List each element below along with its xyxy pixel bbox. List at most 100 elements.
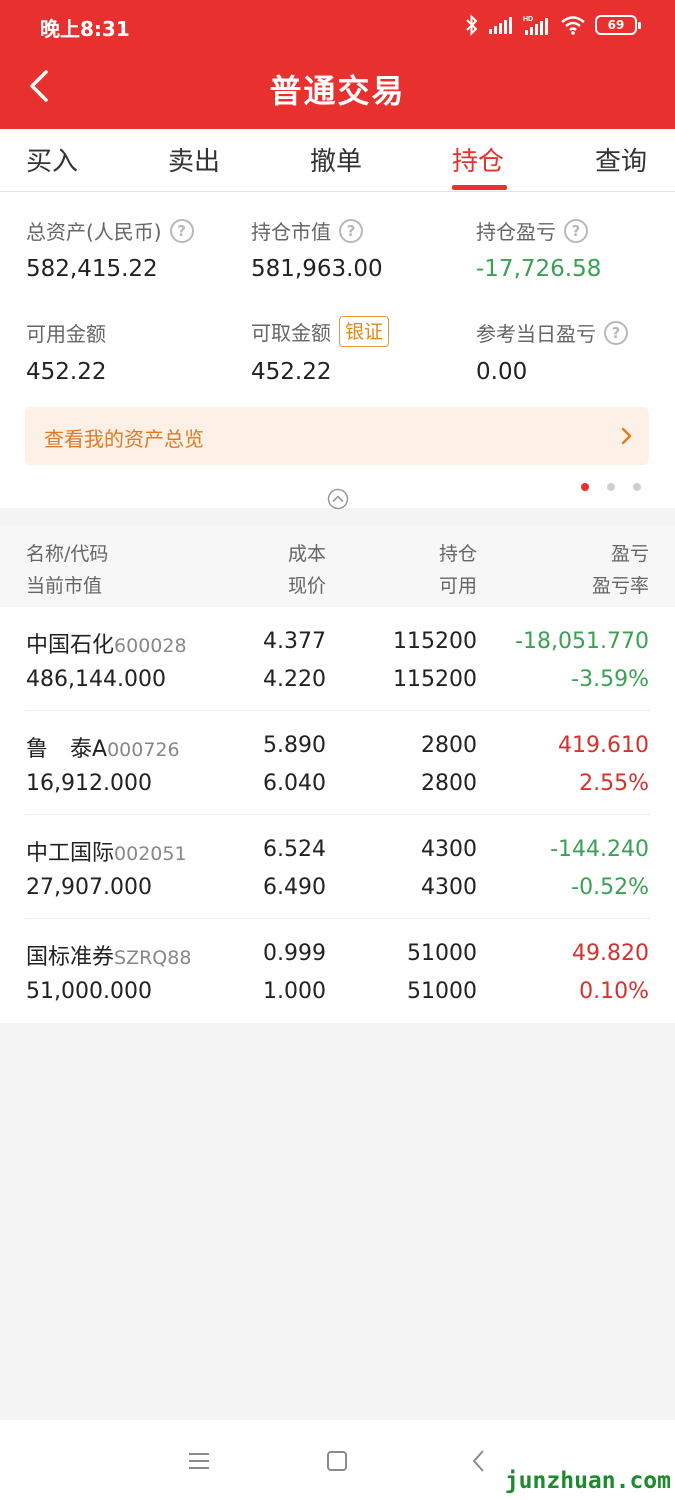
bluetooth-icon [466,14,478,36]
menu-icon[interactable] [186,1448,212,1474]
stock-cost: 6.524 [263,837,326,862]
col-available: 可用 [438,575,477,597]
stock-pnl: 49.820 [572,941,649,966]
available-label-text: 可用金额 [26,322,106,346]
available-value: 452.22 [26,359,107,385]
watermark: junzhuan.com [504,1468,671,1494]
app-header: 晚上8:31 HD 69 普通交易 [0,0,675,129]
stock-price: 6.040 [263,771,326,796]
status-icons: HD 69 [465,14,641,36]
help-icon[interactable]: ? [169,218,194,243]
market-value-label-text: 持仓市值 [251,220,331,244]
stock-holding: 115200 [393,629,477,654]
col-name-code: 名称/代码 [26,543,109,565]
withdrawable-label: 可取金额 银证 [251,316,390,347]
stock-pnl-rate: 0.10% [579,979,649,1004]
col-pnl-rate: 盈亏率 [591,575,649,597]
page-indicator [581,483,641,491]
asset-overview-label: 查看我的资产总览 [44,427,204,451]
stock-code: 600028 [114,635,187,657]
position-row[interactable]: 鲁 泰A000726 16,912.000 5.890 6.040 2800 2… [0,711,675,815]
stock-pnl: -144.240 [550,837,649,862]
battery-level: 69 [607,18,625,32]
chevron-right-icon [621,427,632,445]
stock-holding: 4300 [421,837,477,862]
stock-name: 鲁 泰A [26,737,108,762]
active-tab-indicator [452,185,507,190]
home-icon[interactable] [324,1448,350,1474]
stock-price: 6.490 [263,875,326,900]
stock-name-code: 中工国际002051 [26,835,187,867]
tab-buy[interactable]: 买入 [26,141,78,178]
withdrawable-value: 452.22 [251,359,332,385]
stock-name: 中工国际 [26,841,115,866]
asset-overview-link[interactable]: 查看我的资产总览 [25,407,649,465]
total-assets-label: 总资产(人民币) ? [26,216,194,245]
stock-name-code: 中国石化600028 [26,627,187,659]
tab-positions[interactable]: 持仓 [452,141,504,178]
stock-available: 51000 [407,979,477,1004]
tab-sell[interactable]: 卖出 [168,141,220,178]
wifi-icon [561,16,585,35]
help-icon[interactable]: ? [564,218,588,243]
trade-tabs: 买入 卖出 撤单 持仓 查询 [0,129,675,192]
positions-table-header: 名称/代码 当前市值 成本 现价 持仓 可用 盈亏 盈亏率 [0,525,675,607]
today-pnl-label: 参考当日盈亏 ? [476,318,628,347]
total-assets-label-text: 总资产(人民币) [26,220,162,244]
total-assets-value: 582,415.22 [26,256,158,282]
col-holding: 持仓 [438,543,477,565]
stock-name-code: 国标准券SZRQ88 [26,939,191,971]
stock-market-value: 27,907.000 [26,875,152,900]
stock-available: 4300 [421,875,477,900]
stock-price: 4.220 [263,667,326,692]
stock-pnl: -18,051.770 [515,629,649,654]
tab-query[interactable]: 查询 [595,141,647,178]
page-title: 普通交易 [269,72,406,110]
withdrawable-label-text: 可取金额 [251,321,331,345]
available-label: 可用金额 [26,318,106,347]
stock-pnl-rate: -0.52% [571,875,649,900]
position-row[interactable]: 中工国际002051 27,907.000 6.524 6.490 4300 4… [0,815,675,919]
today-pnl-label-text: 参考当日盈亏 [476,322,596,346]
stock-cost: 0.999 [263,941,326,966]
stock-pnl-rate: -3.59% [571,667,649,692]
bank-transfer-button[interactable]: 银证 [339,316,390,347]
signal-icon [489,17,512,34]
collapse-up-icon[interactable] [327,488,349,510]
battery-indicator: 69 [595,15,641,35]
stock-cost: 4.377 [263,629,326,654]
pnl-label-text: 持仓盈亏 [476,220,556,244]
col-price: 现价 [287,575,326,597]
stock-pnl-rate: 2.55% [579,771,649,796]
help-icon[interactable]: ? [604,320,628,345]
col-cost: 成本 [287,543,326,565]
stock-holding: 51000 [407,941,477,966]
position-row[interactable]: 中国石化600028 486,144.000 4.377 4.220 11520… [0,607,675,711]
stock-holding: 2800 [421,733,477,758]
stock-code: SZRQ88 [114,947,192,969]
stock-market-value: 51,000.000 [26,979,152,1004]
stock-name: 中国石化 [26,633,115,658]
market-value-value: 581,963.00 [251,256,383,282]
back-icon[interactable] [466,1448,492,1474]
tab-cancel-order[interactable]: 撤单 [310,141,362,178]
stock-market-value: 486,144.000 [26,667,166,692]
stock-name-code: 鲁 泰A000726 [26,731,180,763]
status-time: 晚上8:31 [40,17,130,41]
market-value-label: 持仓市值 ? [251,216,363,245]
stock-cost: 5.890 [263,733,326,758]
pnl-label: 持仓盈亏 ? [476,216,588,245]
svg-text:HD: HD [523,16,533,23]
position-row[interactable]: 国标准券SZRQ88 51,000.000 0.999 1.000 51000 … [0,919,675,1023]
stock-code: 002051 [114,843,187,865]
stock-pnl: 419.610 [558,733,649,758]
stock-price: 1.000 [263,979,326,1004]
positions-list: 中国石化600028 486,144.000 4.377 4.220 11520… [0,607,675,1023]
signal-hd-icon: HD [523,16,548,35]
stock-available: 115200 [393,667,477,692]
page-dot [581,483,589,491]
help-icon[interactable]: ? [339,218,363,243]
stock-available: 2800 [421,771,477,796]
stock-market-value: 16,912.000 [26,771,152,796]
asset-summary: 总资产(人民币) ? 582,415.22 持仓市值 ? 581,963.00 … [0,192,675,510]
